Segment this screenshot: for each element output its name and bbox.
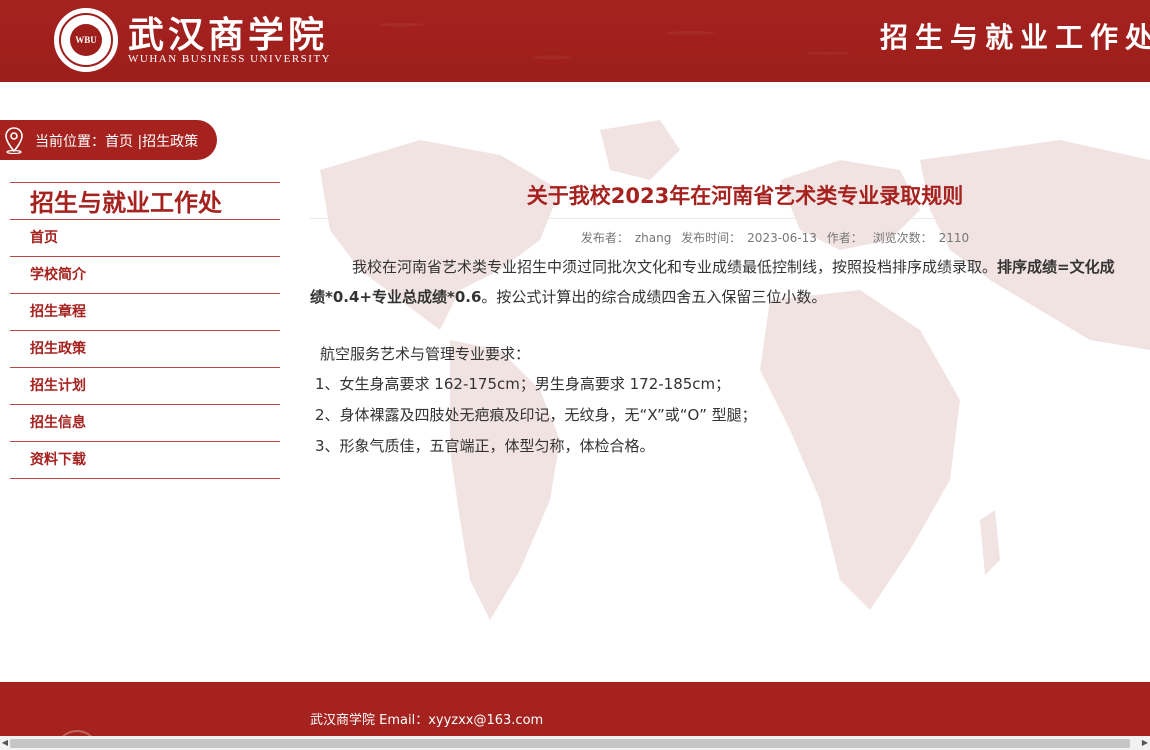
article-meta: 发布者： zhang 发布时间： 2023-06-13 作者： 浏览次数： 2110	[310, 229, 1150, 246]
breadcrumb-prefix: 当前位置：	[35, 134, 105, 150]
article-body: 我校在河南省艺术类专业招生中须过同批次文化和专业成绩最低控制线，按照投档排序成绩…	[310, 252, 1150, 462]
requirement-item: 3、形象气质佳，五官端正，体型匀称，体检合格。	[315, 437, 655, 455]
department-title: 招生与就业工作处	[880, 21, 1150, 54]
site-header: WBU 武汉商学院 WUHAN BUSINESS UNIVERSITY 招生与就…	[0, 0, 1150, 82]
breadcrumb-current-link[interactable]: 招生政策	[142, 134, 198, 150]
sidebar-item-admission-plan[interactable]: 招生计划	[10, 368, 280, 405]
breadcrumb-home-link[interactable]: 首页	[105, 134, 133, 150]
horizontal-scrollbar[interactable]: ◀ ▶	[0, 736, 1150, 750]
sidebar-item-admission-info[interactable]: 招生信息	[10, 405, 280, 442]
article: 关于我校2023年在河南省艺术类专业录取规则 发布者： zhang 发布时间： 20…	[310, 180, 1150, 462]
university-seal-logo[interactable]: WBU	[54, 8, 118, 72]
meta-publisher: zhang	[634, 231, 672, 245]
requirements-heading: 航空服务艺术与管理专业要求：	[320, 345, 531, 363]
meta-author-label: 作者：	[826, 231, 863, 245]
article-title: 关于我校2023年在河南省艺术类专业录取规则	[526, 184, 964, 208]
sidebar-item-admission-policy[interactable]: 招生政策	[10, 331, 280, 368]
seal-core: WBU	[70, 24, 102, 56]
paragraph-text: 。按公式计算出的综合成绩四舍五入保留三位小数。	[481, 288, 827, 306]
university-name-en: WUHAN BUSINESS UNIVERSITY	[128, 53, 332, 65]
scroll-left-arrow-icon[interactable]: ◀	[0, 737, 10, 749]
meta-date-label: 发布时间：	[681, 231, 742, 245]
requirement-item: 2、身体裸露及四肢处无疤痕及印记，无纹身，无“X”或“O” 型腿；	[315, 406, 757, 424]
formula-text: 排序成绩=文化成	[997, 258, 1115, 276]
sidebar: 招生与就业工作处 首页 学校简介 招生章程 招生政策 招生计划 招生信息 资料下…	[10, 182, 280, 479]
formula-text: 绩*0.4+专业总成绩*0.6	[310, 288, 482, 306]
paragraph-text: 我校在河南省艺术类专业招生中须过同批次文化和专业成绩最低控制线，按照投档排序成绩…	[352, 258, 998, 276]
paragraph-line: 我校在河南省艺术类专业招生中须过同批次文化和专业成绩最低控制线，按照投档排序成绩…	[310, 252, 1150, 282]
breadcrumb: 当前位置：首页 |招生政策	[0, 120, 217, 160]
title-divider	[310, 218, 1150, 219]
meta-publisher-label: 发布者：	[580, 231, 629, 245]
breadcrumb-separator: |	[133, 134, 143, 150]
meta-views-label: 浏览次数：	[872, 231, 933, 245]
sidebar-item-school-intro[interactable]: 学校简介	[10, 257, 280, 294]
breadcrumb-text: 当前位置：首页 |招生政策	[35, 131, 198, 151]
university-name-cn[interactable]: 武汉商学院	[128, 6, 328, 58]
meta-views: 2110	[938, 231, 970, 245]
sidebar-item-admission-charter[interactable]: 招生章程	[10, 294, 280, 331]
meta-date: 2023-06-13	[747, 231, 817, 245]
sidebar-title: 招生与就业工作处	[10, 182, 280, 220]
location-pin-icon	[5, 127, 23, 154]
scrollbar-thumb[interactable]	[10, 739, 1130, 748]
footer-contact: 武汉商学院 Email：xyyzxx@163.com	[310, 713, 544, 728]
sidebar-item-home[interactable]: 首页	[10, 220, 280, 257]
paragraph-line: 绩*0.4+专业总成绩*0.6。按公式计算出的综合成绩四舍五入保留三位小数。	[310, 282, 1150, 312]
scroll-right-arrow-icon[interactable]: ▶	[1140, 737, 1150, 749]
requirement-item: 1、女生身高要求 162-175cm；男生身高要求 172-185cm；	[315, 375, 731, 393]
sidebar-item-downloads[interactable]: 资料下载	[10, 442, 280, 479]
